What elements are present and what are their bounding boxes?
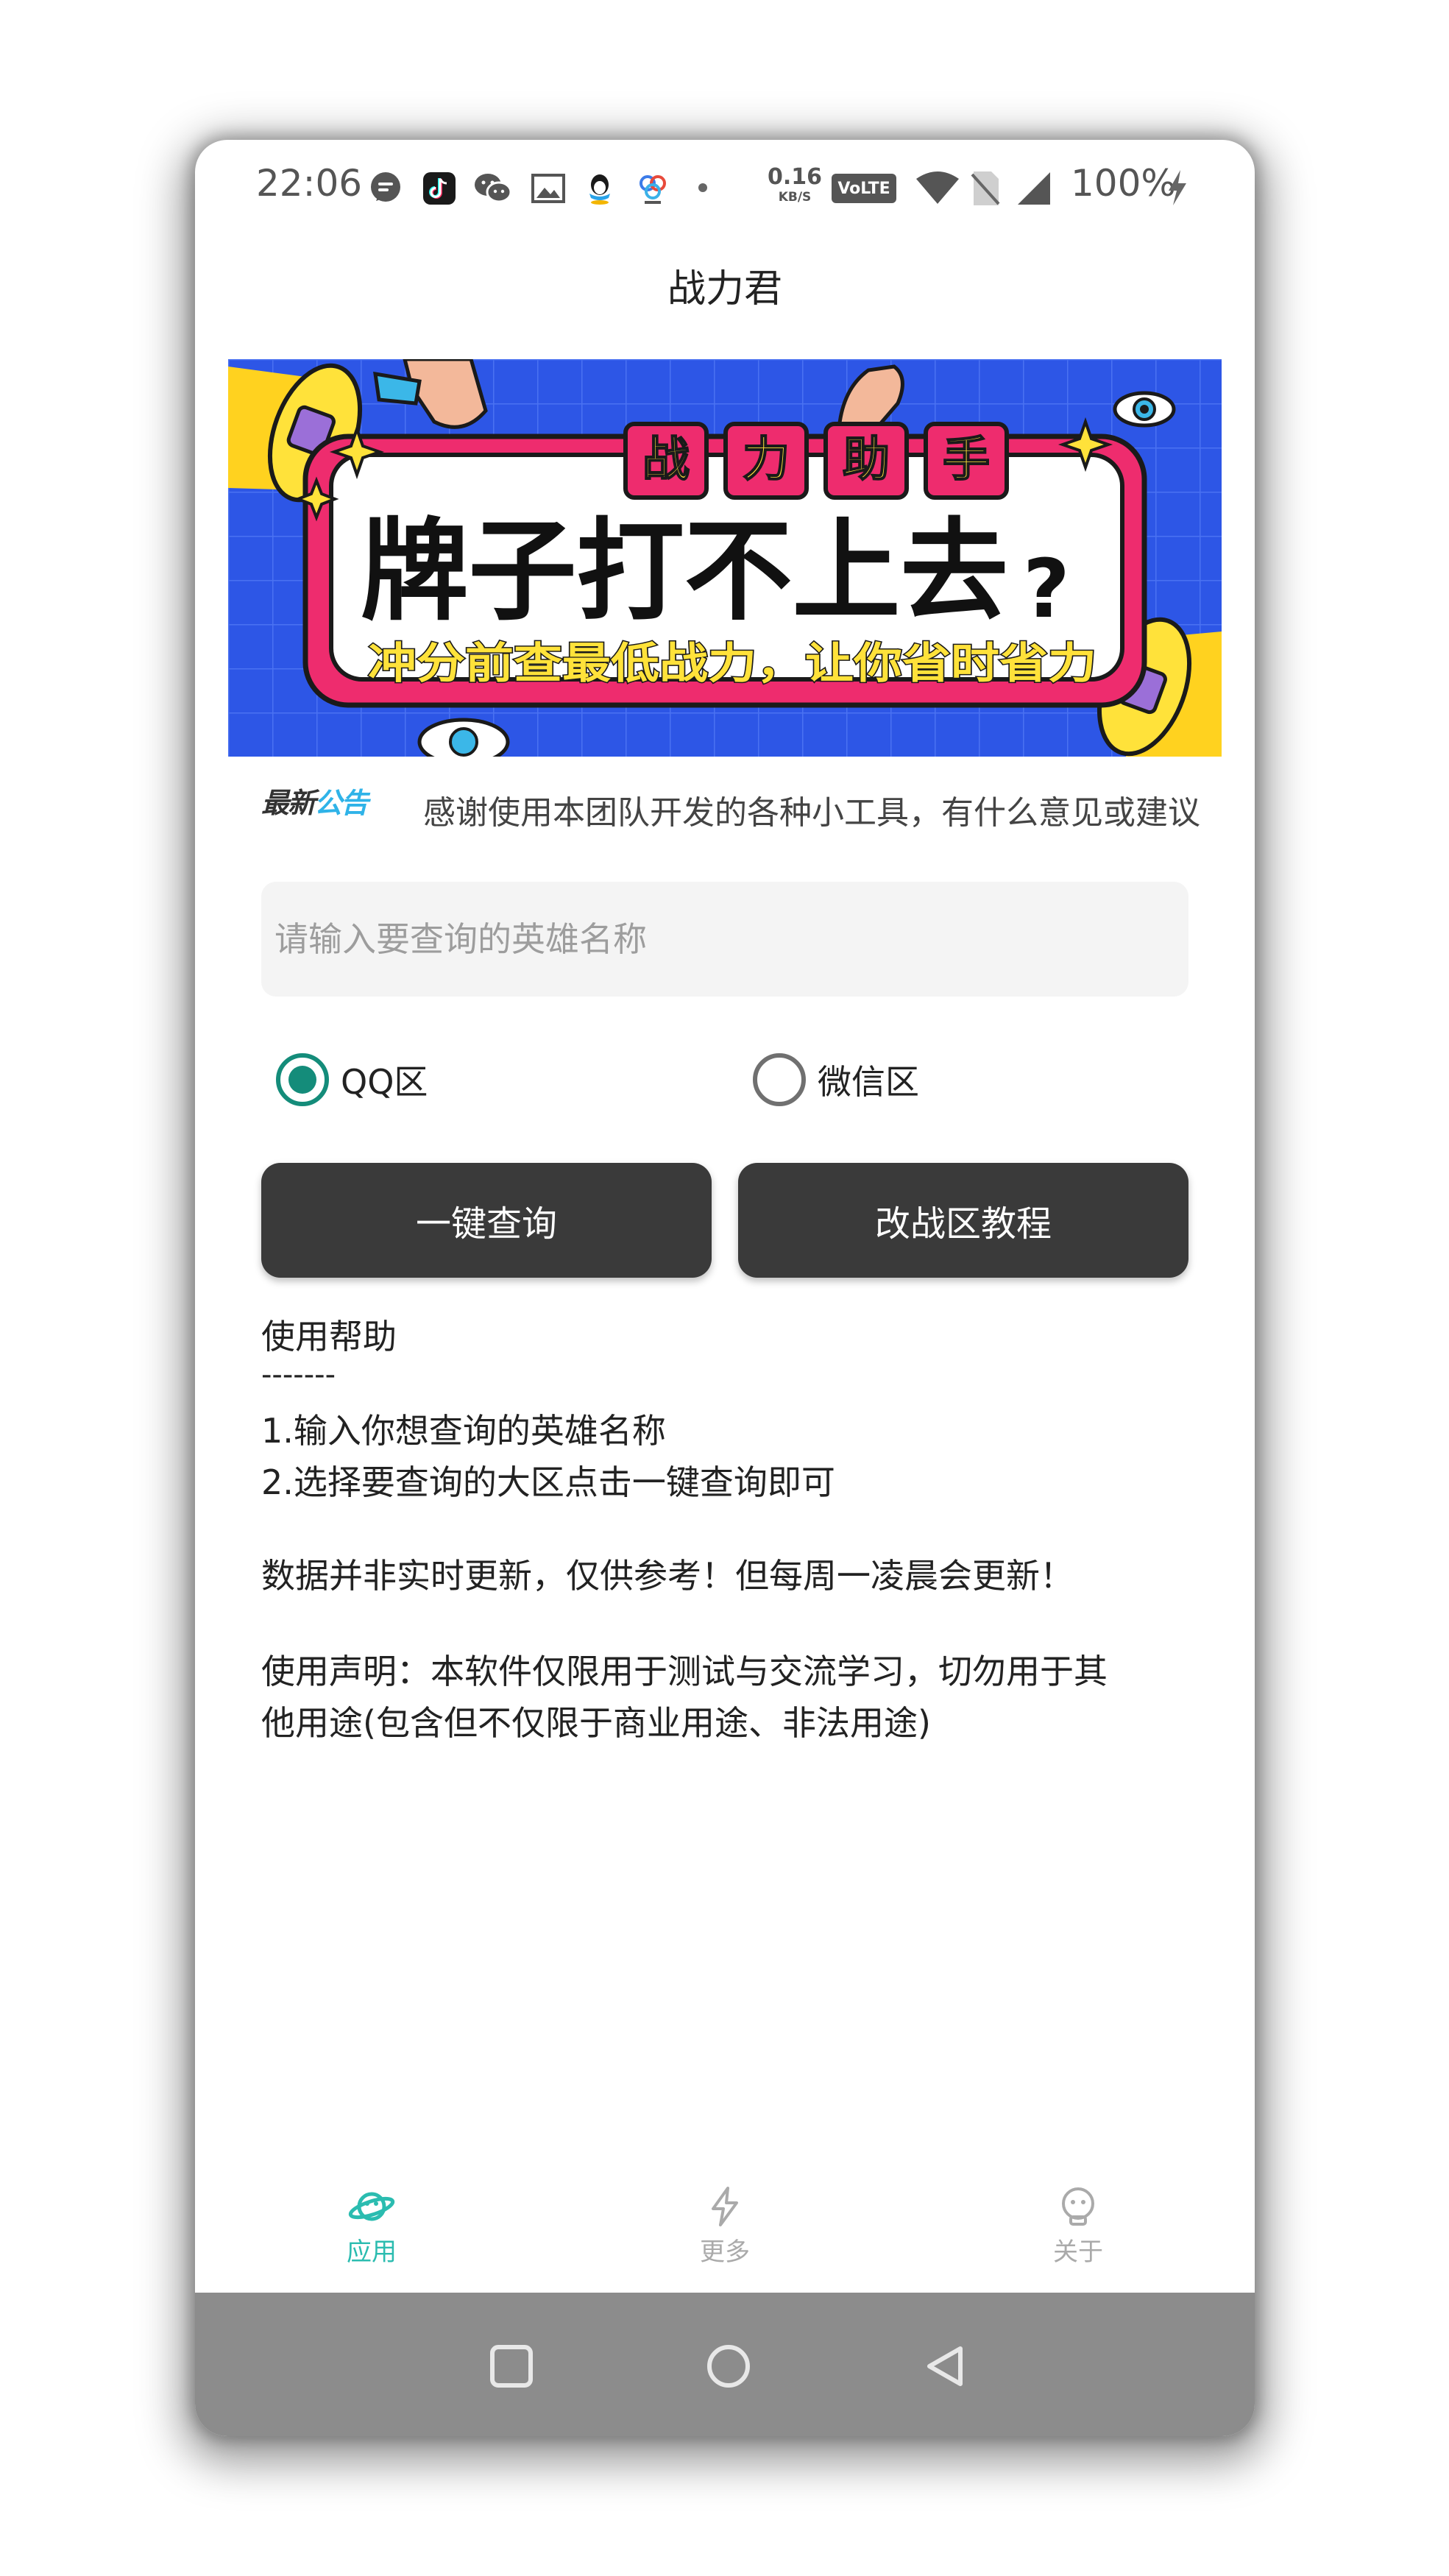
help-title: 使用帮助 [261,1317,397,1356]
radio-unchecked-indicator [753,1053,806,1106]
disclaimer-line-2: 他用途(包含但不仅限于商业用途、非法用途) [261,1703,931,1743]
tutorial-button[interactable]: 改战区教程 [738,1163,1188,1278]
no-sim-icon [969,169,1002,208]
phone-screen: 22:06 0.16 KB/S VoLTE 100% 战力君 战 力 助 手 牌… [195,140,1255,2436]
notice-logo-part1: 最新 [261,787,316,819]
radio-checked-indicator [276,1053,329,1106]
eye-illustration [1113,391,1176,428]
volte-badge: VoLTE [832,174,896,203]
triangle-back-icon [927,2346,963,2386]
system-navigation-bar [195,2293,1255,2436]
back-button[interactable] [916,2337,975,2396]
update-note: 数据并非实时更新，仅供参考！但每周一凌晨会更新！ [261,1556,1074,1596]
banner-tag-char: 手 [943,433,990,487]
help-divider: ------- [261,1358,336,1392]
help-step-2: 2.选择要查询的大区点击一键查询即可 [261,1462,835,1502]
circle-icon [707,2345,750,2388]
hero-search-input[interactable] [261,882,1188,997]
tab-label: 关于 [1053,2237,1103,2267]
network-speed: 0.16 KB/S [765,166,824,204]
notice-logo-part2: 公告 [314,787,369,819]
signal-icon [1016,169,1052,208]
battery-percent: 100% [1071,162,1176,205]
screenshot-stage: 22:06 0.16 KB/S VoLTE 100% 战力君 战 力 助 手 牌… [0,0,1449,2576]
square-icon [490,2345,533,2388]
banner-tag-char: 战 [642,433,690,487]
banner-headline: 牌子打不上去 [361,508,1008,636]
disclaimer-line-1: 使用声明：本软件仅限用于测试与交流学习，切勿用于其 [261,1652,1108,1691]
help-step-1: 1.输入你想查询的英雄名称 [261,1411,666,1451]
radio-qq-region[interactable]: QQ区 [276,1050,428,1109]
promo-banner[interactable]: 战 力 助 手 牌子打不上去 ? 冲分前查最低战力，让你省时省力 [228,359,1222,757]
wechat-icon [473,171,513,206]
recents-button[interactable] [482,2337,541,2396]
network-speed-value: 0.16 [767,164,823,190]
radio-label: 微信区 [818,1062,919,1102]
radio-wechat-region[interactable]: 微信区 [753,1050,919,1109]
page-title: 战力君 [667,267,782,311]
more-notifications-dot [698,183,708,193]
cloud-app-icon [637,171,669,206]
network-speed-unit: KB/S [778,190,812,205]
status-bar: 22:06 0.16 KB/S VoLTE 100% [195,140,1255,243]
tiktok-icon [422,171,457,206]
status-time: 22:06 [256,162,363,205]
notice-marquee[interactable]: 感谢使用本团队开发的各种小工具，有什么意见或建议 [423,786,1222,830]
tab-about[interactable]: 关于 [990,2186,1166,2268]
banner-question-mark: ? [1023,542,1070,636]
eye-bottom-illustration [417,718,510,757]
home-button[interactable] [699,2337,758,2396]
robot-icon [1062,2187,1094,2226]
tab-app[interactable]: 应用 [283,2186,460,2268]
banner-tag-char: 助 [843,433,890,487]
tab-label: 更多 [700,2237,750,2267]
query-button[interactable]: 一键查询 [261,1163,712,1278]
charging-icon [1164,168,1191,208]
tab-more[interactable]: 更多 [637,2186,813,2268]
lightning-icon [712,2187,738,2226]
wifi-icon [915,169,960,208]
tab-label: 应用 [347,2237,397,2267]
planet-icon [348,2192,395,2221]
radio-label: QQ区 [341,1062,428,1102]
gallery-icon [530,171,567,206]
banner-tag-char: 力 [743,433,790,487]
qq-icon [584,171,616,206]
notice-logo: 最新公告 [261,780,369,821]
message-icon [368,171,403,206]
banner-subline: 冲分前查最低战力，让你省时省力 [368,638,1097,688]
